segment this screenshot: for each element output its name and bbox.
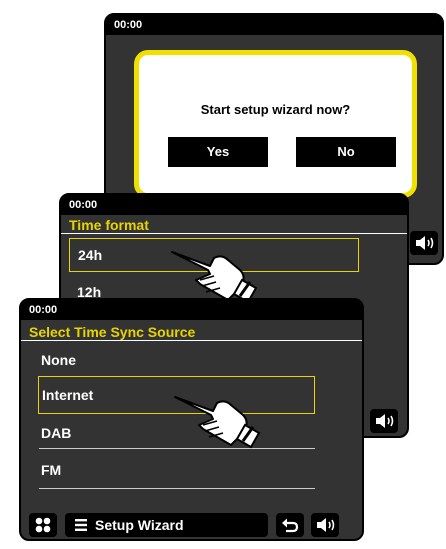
menu-item-label: None [41, 352, 76, 368]
volume-button[interactable] [370, 409, 398, 433]
status-bar: 00:00 [61, 195, 407, 215]
volume-button[interactable] [410, 231, 438, 255]
bottom-bar-label: Setup Wizard [95, 517, 184, 533]
menu-title: Select Time Sync Source [21, 324, 362, 341]
no-button[interactable]: No [296, 137, 396, 167]
list-icon [75, 519, 87, 531]
grid-menu-button[interactable] [29, 513, 57, 537]
status-bar: 00:00 [106, 15, 442, 35]
volume-icon [416, 236, 434, 250]
volume-button[interactable] [311, 513, 339, 537]
dialog-question: Start setup wizard now? [200, 102, 351, 117]
menu-item-label: Internet [42, 387, 94, 403]
pointing-hand-icon [174, 396, 261, 449]
status-time: 00:00 [29, 304, 58, 316]
menu-item-label: FM [41, 462, 62, 478]
status-time: 00:00 [69, 199, 98, 211]
grid-menu-icon [35, 517, 51, 533]
status-bar: 00:00 [21, 300, 362, 320]
back-arrow-icon [282, 518, 299, 533]
volume-icon [376, 414, 394, 428]
menu-item-label: 24h [78, 247, 103, 263]
status-time: 00:00 [114, 19, 143, 31]
back-button[interactable] [276, 513, 304, 537]
menu-item-fm[interactable]: FM [29, 455, 319, 485]
divider [39, 488, 315, 489]
menu-item-none[interactable]: None [29, 345, 319, 375]
menu-item-label: DAB [41, 425, 72, 441]
setup-dialog: Start setup wizard now? Yes No [134, 50, 417, 198]
volume-icon [317, 518, 335, 532]
setup-wizard-menu-button[interactable]: Setup Wizard [65, 513, 268, 537]
menu-title: Time format [61, 217, 407, 234]
yes-button[interactable]: Yes [168, 137, 268, 167]
